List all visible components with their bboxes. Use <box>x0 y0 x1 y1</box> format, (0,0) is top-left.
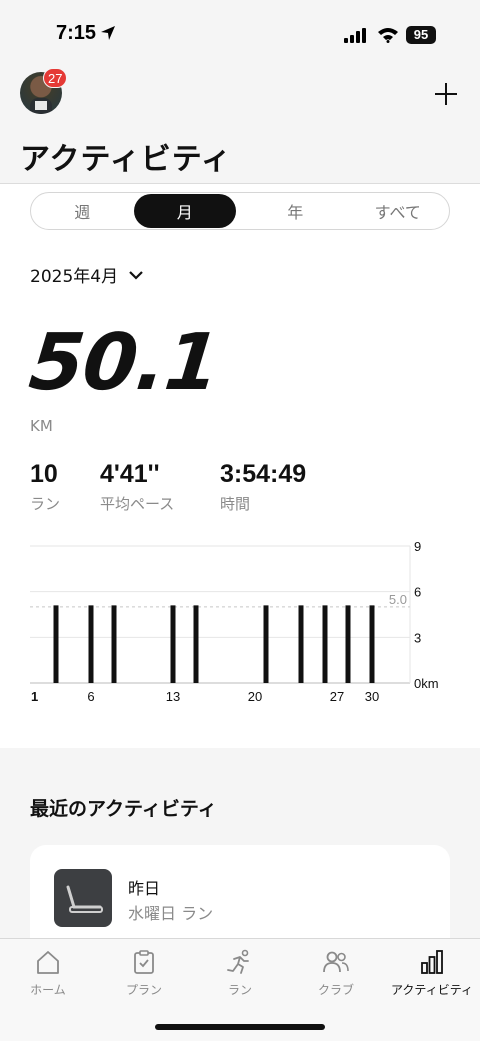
total-distance: 50.1 <box>25 318 224 408</box>
chart-bar <box>263 605 269 683</box>
x-tick-label: 1 <box>31 689 38 704</box>
tab-month[interactable]: 月 <box>133 194 236 228</box>
monthly-distance-chart: 9 6 3 0km 5.0 1 6 13 20 27 30 <box>0 530 480 714</box>
chart-bar <box>345 605 351 683</box>
nav-plan[interactable]: プラン <box>96 949 192 998</box>
tab-all[interactable]: すべて <box>347 193 450 229</box>
stat-label: 時間 <box>220 495 251 513</box>
x-tick-label: 27 <box>330 689 344 704</box>
nav-label: ラン <box>227 983 252 997</box>
nav-home[interactable]: ホーム <box>0 949 96 998</box>
nav-label: ホーム <box>30 983 66 997</box>
chart-bar <box>369 605 375 683</box>
nav-label: アクティビティ <box>391 983 473 997</box>
x-tick-label: 20 <box>248 689 262 704</box>
stat-time: 3:54:49 時間 <box>220 460 306 514</box>
status-time: 7:15 <box>56 22 97 44</box>
people-icon <box>323 951 349 973</box>
month-label: 2025年4月 <box>30 267 119 287</box>
chart-bar <box>88 605 94 683</box>
signal-icon <box>344 28 366 43</box>
battery-indicator: 95 <box>406 26 436 44</box>
stat-value: 10 <box>30 460 58 488</box>
location-arrow-icon <box>101 26 115 40</box>
distance-unit: KM <box>30 417 53 435</box>
chart-svg: 9 6 3 0km 5.0 1 6 13 20 27 30 <box>30 539 439 704</box>
tab-week[interactable]: 週 <box>31 193 134 229</box>
activity-title: 昨日 <box>128 879 161 898</box>
stat-pace: 4'41'' 平均ペース <box>100 460 174 514</box>
stat-value: 4'41'' <box>100 460 160 488</box>
treadmill-icon <box>54 869 112 927</box>
status-bar: 7:15 95 <box>0 0 480 62</box>
chart-bar <box>193 605 199 683</box>
x-tick-label: 30 <box>365 689 379 704</box>
y-tick-label: 3 <box>414 630 421 645</box>
nav-club[interactable]: クラブ <box>288 949 384 998</box>
chart-bar <box>53 605 59 683</box>
page-title: アクティビティ <box>20 142 232 177</box>
stat-runs: 10 ラン <box>30 460 60 514</box>
month-selector[interactable]: 2025年4月 <box>30 262 144 287</box>
nav-label: プラン <box>125 983 162 997</box>
stat-label: ラン <box>30 495 61 513</box>
section-title: 最近のアクティビティ <box>30 798 217 820</box>
stat-label: 平均ペース <box>100 495 175 513</box>
add-button[interactable] <box>430 78 462 110</box>
y-tick-label: 9 <box>414 539 421 554</box>
tab-year[interactable]: 年 <box>244 193 347 229</box>
header: 27 アクティビティ <box>0 62 480 184</box>
clipboard-icon <box>134 950 154 974</box>
chart-bar <box>322 605 328 683</box>
reference-label: 5.0 <box>389 592 407 607</box>
chart-bar <box>111 605 117 683</box>
stat-value: 3:54:49 <box>220 460 307 488</box>
home-indicator <box>155 1024 325 1030</box>
home-icon <box>37 951 59 974</box>
period-tabs: 週 月 年 すべて <box>30 192 450 230</box>
chart-bar <box>170 605 176 683</box>
nav-activity[interactable]: アクティビティ <box>384 949 480 998</box>
y-tick-label: 6 <box>414 585 421 600</box>
x-tick-label: 13 <box>166 689 180 704</box>
activity-subtitle: 水曜日 ラン <box>128 904 214 923</box>
recent-activities: 最近のアクティビティ 昨日 水曜日 ラン <box>0 748 480 955</box>
notification-badge: 27 <box>43 68 68 88</box>
y-tick-label: 0km <box>414 676 439 691</box>
nav-run[interactable]: ラン <box>192 949 288 998</box>
chevron-down-icon <box>129 270 143 280</box>
x-tick-label: 6 <box>87 689 94 704</box>
nav-label: クラブ <box>317 983 354 997</box>
runner-icon <box>227 949 249 974</box>
chart-bar <box>298 605 304 683</box>
bar-chart-icon <box>421 950 443 974</box>
wifi-icon <box>378 28 398 43</box>
